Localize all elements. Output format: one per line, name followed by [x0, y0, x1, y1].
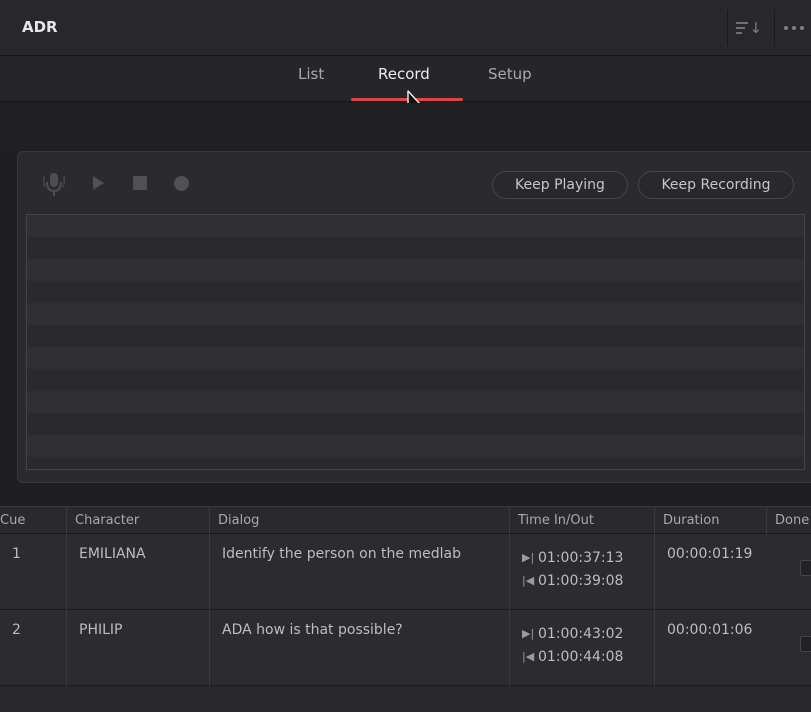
title-bar: ADR ↓ [0, 0, 811, 56]
time-out: 01:00:44:08 [538, 648, 624, 665]
table-row[interactable]: 1 EMILIANA Identify the person on the me… [0, 534, 811, 610]
tab-record[interactable]: Record [378, 65, 430, 83]
column-header-time[interactable]: Time In/Out [509, 507, 654, 535]
done-checkbox[interactable] [800, 636, 811, 652]
column-header-cue[interactable]: Cue [0, 507, 66, 535]
column-header-duration[interactable]: Duration [654, 507, 766, 535]
tab-setup[interactable]: Setup [488, 65, 532, 83]
panel-title: ADR [22, 18, 58, 36]
time-cell: ▶| 01:00:37:13 |◀ 01:00:39:08 [509, 534, 654, 610]
sort-icon: ↓ [735, 20, 762, 36]
record-panel: Keep Playing Keep Recording [17, 151, 811, 483]
dialog-cell: ADA how is that possible? [209, 610, 509, 686]
mark-out-icon: |◀ [522, 650, 535, 663]
spacer [0, 103, 811, 151]
keep-playing-button[interactable]: Keep Playing [492, 171, 628, 199]
microphone-icon[interactable] [42, 170, 66, 198]
character-cell: PHILIP [66, 610, 209, 686]
time-cell: ▶| 01:00:43:02 |◀ 01:00:44:08 [509, 610, 654, 686]
mark-in-icon: ▶| [522, 627, 535, 640]
column-header-dialog[interactable]: Dialog [209, 507, 509, 535]
character-cell: EMILIANA [66, 534, 209, 610]
duration-cell: 00:00:01:06 [654, 610, 766, 686]
time-in: 01:00:43:02 [538, 625, 624, 642]
recording-waveform-area[interactable] [26, 214, 805, 470]
record-icon[interactable] [171, 170, 191, 196]
play-icon[interactable] [90, 170, 106, 196]
mark-in-icon: ▶| [522, 551, 535, 564]
keep-recording-button[interactable]: Keep Recording [638, 171, 794, 199]
done-checkbox[interactable] [800, 560, 811, 576]
transport-controls: Keep Playing Keep Recording [18, 152, 811, 214]
sort-button[interactable]: ↓ [727, 10, 765, 46]
time-in: 01:00:37:13 [538, 549, 624, 566]
mark-out-icon: |◀ [522, 574, 535, 587]
column-header-done[interactable]: Done [766, 507, 811, 535]
dialog-cell: Identify the person on the medlab [209, 534, 509, 610]
tab-list[interactable]: List [298, 65, 324, 83]
table-header: Cue Character Dialog Time In/Out Duratio… [0, 506, 811, 535]
more-options-button[interactable] [774, 10, 811, 46]
cue-cell: 1 [12, 546, 21, 562]
duration-cell: 00:00:01:19 [654, 534, 766, 610]
stop-icon[interactable] [131, 170, 149, 196]
more-options-icon [783, 26, 804, 30]
column-header-character[interactable]: Character [66, 507, 209, 535]
cue-cell: 2 [12, 622, 21, 638]
table-empty-area [0, 686, 811, 712]
table-row[interactable]: 2 PHILIP ADA how is that possible? ▶| 01:… [0, 610, 811, 686]
time-out: 01:00:39:08 [538, 572, 624, 589]
